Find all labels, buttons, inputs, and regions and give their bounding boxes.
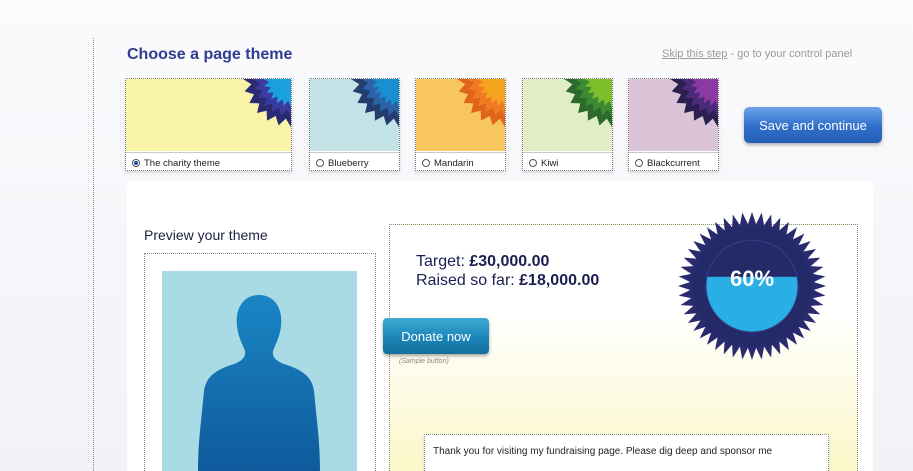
theme-preview-kiwi [523,79,612,151]
theme-label: Blackcurrent [647,158,700,169]
left-divider [93,38,94,471]
theme-radio-blueberry[interactable] [316,159,324,167]
donate-now-button[interactable]: Donate now [383,318,489,354]
theme-radio-blackcurrent[interactable] [635,159,643,167]
theme-chooser-card: Choose a page theme Skip this step - go … [0,0,913,471]
theme-label: Kiwi [541,158,559,169]
theme-radio-charity[interactable] [132,159,140,167]
skip-step-link[interactable]: Skip this step [662,48,727,60]
theme-radio-kiwi[interactable] [529,159,537,167]
theme-option-blackcurrent[interactable]: Blackcurrent [628,78,719,171]
theme-option-mandarin[interactable]: Mandarin [415,78,506,171]
theme-label: Mandarin [434,158,474,169]
theme-option-kiwi[interactable]: Kiwi [522,78,613,171]
skip-step-text: Skip this step - go to your control pane… [662,48,852,60]
progress-percent: 60% [729,266,775,291]
theme-preview-blueberry [310,79,399,151]
theme-option-blueberry[interactable]: Blueberry [309,78,400,171]
theme-preview-charity [126,79,291,151]
theme-preview-blackcurrent [629,79,718,151]
theme-label: The charity theme [144,158,221,169]
profile-photo [162,271,357,471]
raised-amount: Raised so far: £18,000.00 [416,272,600,289]
save-and-continue-button[interactable]: Save and continue [744,107,882,143]
theme-label: Blueberry [328,158,369,169]
target-amount: Target: £30,000.00 [416,253,550,270]
page-title: Choose a page theme [127,46,293,63]
person-silhouette-icon [198,295,320,471]
theme-radio-mandarin[interactable] [422,159,430,167]
preview-title: Preview your theme [144,227,268,243]
page-message: Thank you for visiting my fundraising pa… [424,434,829,471]
theme-option-charity[interactable]: The charity theme [125,78,292,171]
sample-button-caption: (Sample button) [399,358,449,365]
skip-step-suffix: - go to your control panel [727,48,853,60]
theme-preview-mandarin [416,79,505,151]
